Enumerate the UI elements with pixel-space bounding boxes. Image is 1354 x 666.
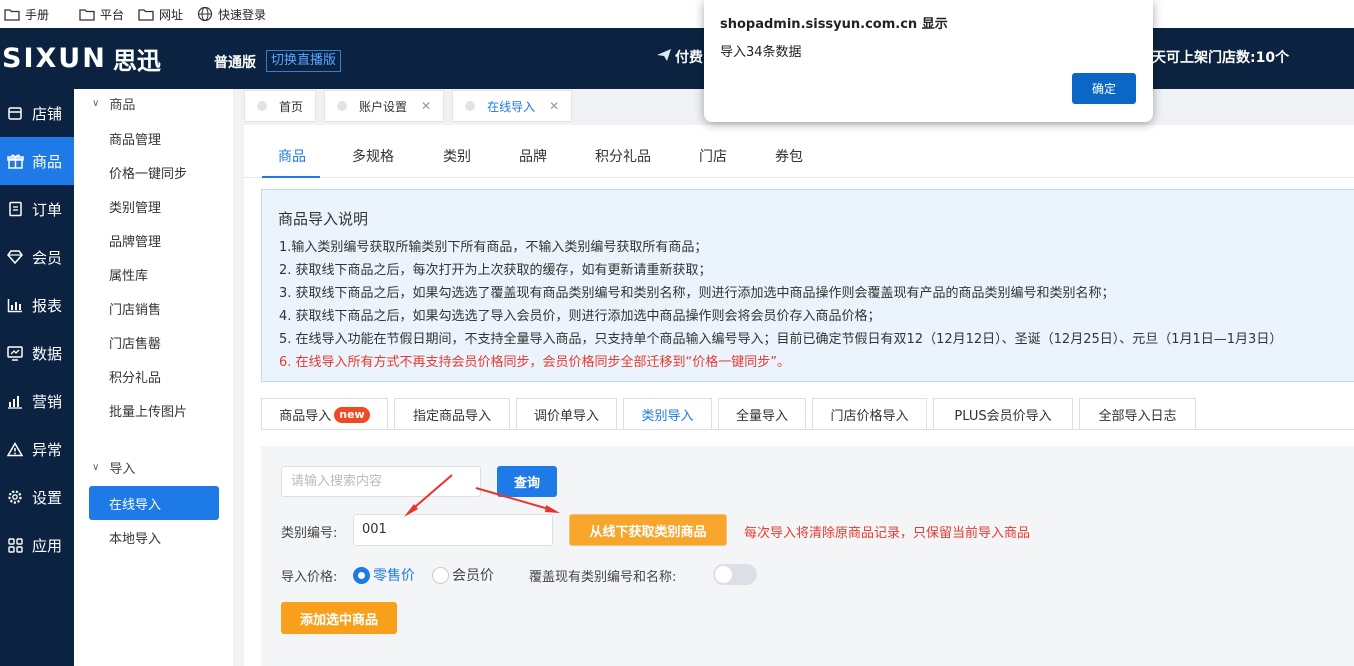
alert-dialog: shopadmin.sissyun.com.cn 显示 导入34条数据 确定 xyxy=(704,0,1153,122)
dialog-title: shopadmin.sissyun.com.cn 显示 xyxy=(720,17,948,32)
dialog-message: 导入34条数据 xyxy=(720,45,802,60)
dialog-ok-button[interactable]: 确定 xyxy=(1072,73,1136,104)
